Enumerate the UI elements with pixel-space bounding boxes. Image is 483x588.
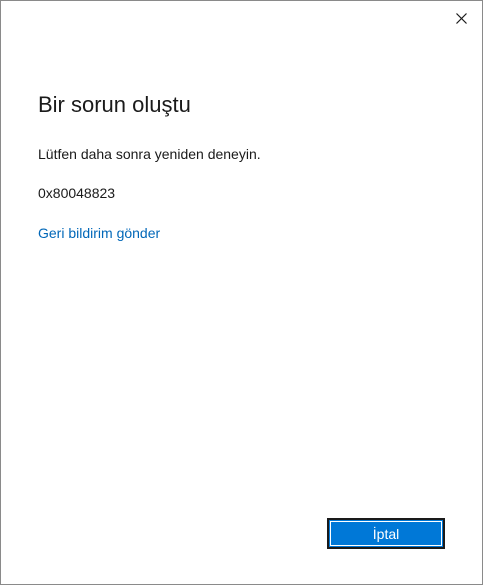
error-message: Lütfen daha sonra yeniden deneyin. <box>38 146 261 162</box>
cancel-button-label: İptal <box>372 525 400 542</box>
close-icon <box>455 12 467 24</box>
close-button[interactable] <box>450 7 472 29</box>
error-code: 0x80048823 <box>38 185 116 201</box>
dialog-title: Bir sorun oluştu <box>38 92 191 117</box>
send-feedback-link[interactable]: Geri bildirim gönder <box>38 223 160 243</box>
error-dialog: Bir sorun oluştu Lütfen daha sonra yenid… <box>0 0 483 585</box>
cancel-button[interactable]: İptal <box>327 518 445 549</box>
